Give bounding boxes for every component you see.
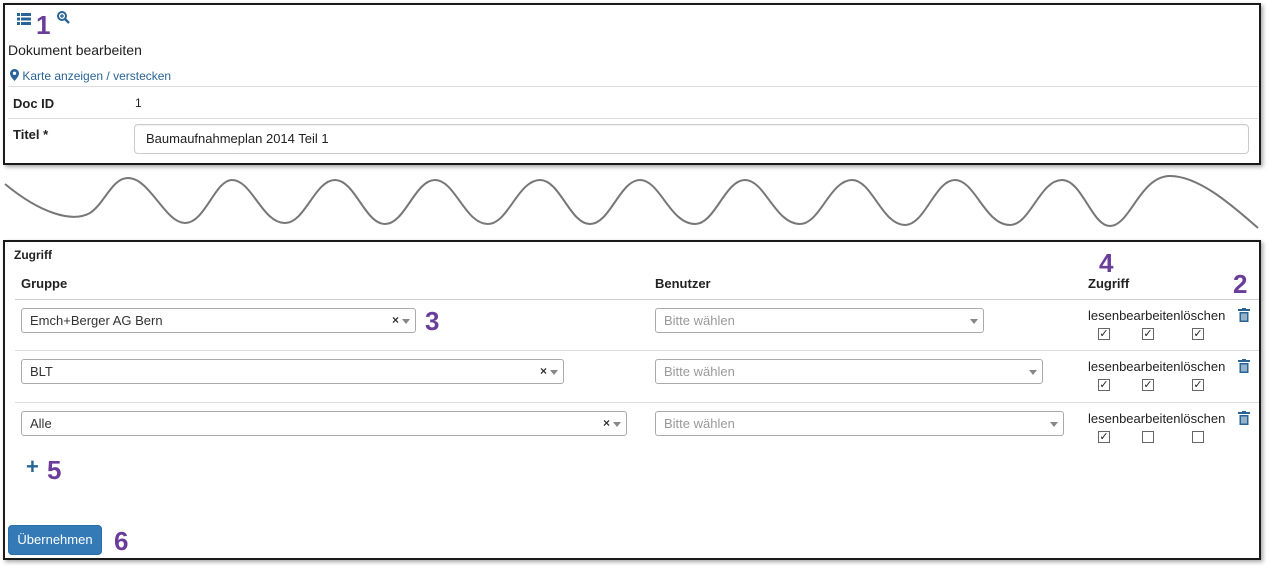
- trash-icon[interactable]: [1238, 359, 1250, 373]
- dropdown-arrow-icon[interactable]: [550, 370, 558, 375]
- map-toggle-label: Karte anzeigen / verstecken: [22, 69, 172, 83]
- delete-checkbox[interactable]: ✓: [1192, 328, 1204, 340]
- read-checkbox[interactable]: ✓: [1098, 379, 1110, 391]
- access-panel: Zugriff Gruppe Benutzer Zugriff 4 2 Emch…: [3, 240, 1261, 560]
- map-toggle-link[interactable]: Karte anzeigen / verstecken: [10, 69, 171, 84]
- access-rights-labels: lesenbearbeitenlöschen: [1088, 359, 1226, 374]
- group-select-value: Emch+Berger AG Bern: [30, 313, 163, 328]
- doc-id-label: Doc ID: [13, 96, 55, 111]
- user-select[interactable]: Bitte wählen: [655, 411, 1064, 436]
- group-select[interactable]: Emch+Berger AG Bern ×: [21, 308, 416, 333]
- callout-1: 1: [36, 10, 51, 40]
- column-header-group: Gruppe: [21, 276, 68, 291]
- group-select[interactable]: BLT ×: [21, 359, 564, 384]
- divider: [15, 350, 1259, 351]
- dropdown-arrow-icon[interactable]: [402, 319, 410, 324]
- map-marker-icon: [10, 69, 19, 84]
- clear-selection-icon[interactable]: ×: [540, 360, 547, 383]
- callout-5: 5: [47, 455, 62, 485]
- divider: [15, 299, 1259, 300]
- group-select[interactable]: Alle ×: [21, 411, 627, 436]
- delete-checkbox[interactable]: [1192, 431, 1204, 443]
- title-label: Titel *: [13, 127, 49, 142]
- user-select[interactable]: Bitte wählen: [655, 359, 1043, 384]
- callout-6: 6: [114, 526, 129, 556]
- dropdown-arrow-icon[interactable]: [1029, 370, 1037, 375]
- column-header-access: Zugriff: [1088, 276, 1130, 291]
- submit-button[interactable]: Übernehmen: [8, 525, 102, 555]
- trash-icon[interactable]: [1238, 411, 1250, 425]
- access-rights-labels: lesenbearbeitenlöschen: [1088, 308, 1226, 323]
- title-input[interactable]: Baumaufnahmeplan 2014 Teil 1: [134, 124, 1249, 154]
- divider: [15, 402, 1259, 403]
- page-cut-wave: [4, 174, 1259, 229]
- zoom-in-icon[interactable]: [57, 11, 70, 24]
- callout-3: 3: [425, 306, 440, 336]
- callout-4: 4: [1099, 248, 1114, 278]
- access-section-title: Zugriff: [14, 248, 52, 262]
- dropdown-arrow-icon[interactable]: [1050, 422, 1058, 427]
- list-icon[interactable]: [17, 13, 31, 25]
- add-row-button[interactable]: +: [26, 454, 39, 480]
- access-rights-labels: lesenbearbeitenlöschen: [1088, 411, 1226, 426]
- divider: [8, 86, 1258, 87]
- edit-checkbox[interactable]: ✓: [1142, 328, 1154, 340]
- delete-checkbox[interactable]: ✓: [1192, 379, 1204, 391]
- dropdown-arrow-icon[interactable]: [613, 422, 621, 427]
- group-select-value: Alle: [30, 416, 52, 431]
- user-select-placeholder: Bitte wählen: [664, 364, 735, 379]
- clear-selection-icon[interactable]: ×: [392, 309, 399, 332]
- read-checkbox[interactable]: ✓: [1098, 328, 1110, 340]
- document-header-panel: 1 Dokument bearbeiten Karte anzeigen / v…: [3, 3, 1261, 165]
- doc-id-value: 1: [135, 96, 142, 110]
- edit-checkbox[interactable]: ✓: [1142, 379, 1154, 391]
- page-title: Dokument bearbeiten: [8, 42, 142, 58]
- column-header-user: Benutzer: [655, 276, 711, 291]
- divider: [8, 118, 1258, 119]
- edit-checkbox[interactable]: [1142, 431, 1154, 443]
- user-select-placeholder: Bitte wählen: [664, 313, 735, 328]
- clear-selection-icon[interactable]: ×: [603, 412, 610, 435]
- callout-2: 2: [1233, 269, 1248, 299]
- user-select-placeholder: Bitte wählen: [664, 416, 735, 431]
- trash-icon[interactable]: [1238, 308, 1250, 322]
- read-checkbox[interactable]: ✓: [1098, 431, 1110, 443]
- dropdown-arrow-icon[interactable]: [970, 319, 978, 324]
- group-select-value: BLT: [30, 364, 53, 379]
- user-select[interactable]: Bitte wählen: [655, 308, 984, 333]
